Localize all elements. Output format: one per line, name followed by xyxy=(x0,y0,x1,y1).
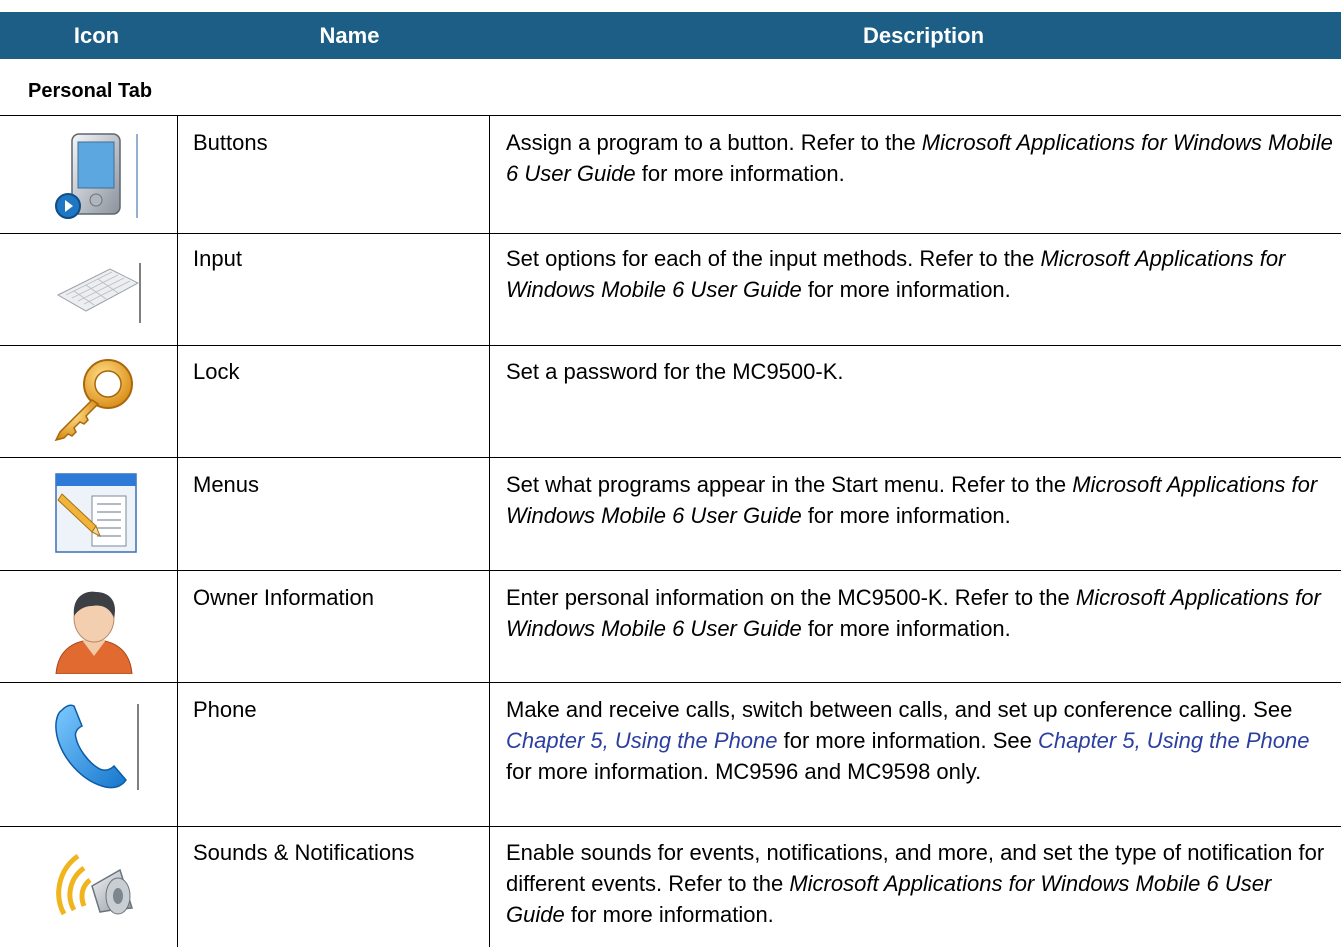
description-text: for more information. xyxy=(801,503,1011,528)
row-divider xyxy=(0,233,1341,234)
description-text: Make and receive calls, switch between c… xyxy=(506,697,1293,722)
description-text: Set options for each of the input method… xyxy=(506,246,1041,271)
table-header: Icon Name Description xyxy=(0,12,1341,59)
settings-table-page: Icon Name Description Personal Tab Butto… xyxy=(0,0,1341,947)
row-name-buttons: Buttons xyxy=(193,130,268,155)
keyboard-icon xyxy=(56,263,141,323)
menu-window-icon xyxy=(55,473,137,553)
row-divider xyxy=(0,826,1341,827)
phone-handset-icon xyxy=(55,704,139,790)
row-divider xyxy=(0,457,1341,458)
row-desc-phone: Make and receive calls, switch between c… xyxy=(506,694,1336,787)
row-desc-sounds-notifications: Enable sounds for events, notifications,… xyxy=(506,837,1336,930)
buttons-device-icon xyxy=(55,133,138,219)
row-name-phone: Phone xyxy=(193,697,257,722)
column-divider xyxy=(489,115,490,947)
row-name-sounds-notifications: Sounds & Notifications xyxy=(193,840,415,865)
row-desc-menus: Set what programs appear in the Start me… xyxy=(506,469,1336,531)
description-text: Assign a program to a button. Refer to t… xyxy=(506,130,922,155)
description-text: Set what programs appear in the Start me… xyxy=(506,472,1073,497)
description-text: for more information. xyxy=(635,161,845,186)
section-title: Personal Tab xyxy=(28,80,153,102)
row-name-lock: Lock xyxy=(193,359,240,384)
description-text: for more information. xyxy=(801,616,1011,641)
description-text: for more information. xyxy=(801,277,1011,302)
row-desc-input: Set options for each of the input method… xyxy=(506,243,1336,305)
row-name-menus: Menus xyxy=(193,472,260,497)
row-name-owner-information: Owner Information xyxy=(193,585,374,610)
header-icon: Icon xyxy=(73,23,120,48)
description-text: for more information. See xyxy=(777,728,1038,753)
row-divider xyxy=(0,115,1341,116)
chapter-link[interactable]: Chapter 5, Using the Phone xyxy=(1038,728,1310,753)
header-description: Description xyxy=(862,23,985,48)
key-icon xyxy=(54,359,133,442)
description-text: Enter personal information on the MC9500… xyxy=(506,585,1076,610)
description-text: for more information. MC9596 and MC9598 … xyxy=(506,759,982,784)
row-divider xyxy=(0,345,1341,346)
column-divider xyxy=(177,115,178,947)
speaker-sound-icon xyxy=(56,853,133,916)
row-divider xyxy=(0,682,1341,683)
row-desc-buttons: Assign a program to a button. Refer to t… xyxy=(506,127,1336,189)
chapter-link[interactable]: Chapter 5, Using the Phone xyxy=(506,728,778,753)
row-desc-owner-information: Enter personal information on the MC9500… xyxy=(506,582,1336,644)
person-icon xyxy=(55,591,133,674)
header-name: Name xyxy=(319,23,380,48)
row-name-input: Input xyxy=(193,246,242,271)
description-text: for more information. xyxy=(564,902,774,927)
description-text: Set a password for the MC9500-K. xyxy=(506,359,844,384)
row-divider xyxy=(0,570,1341,571)
row-desc-lock: Set a password for the MC9500-K. xyxy=(506,356,1336,387)
